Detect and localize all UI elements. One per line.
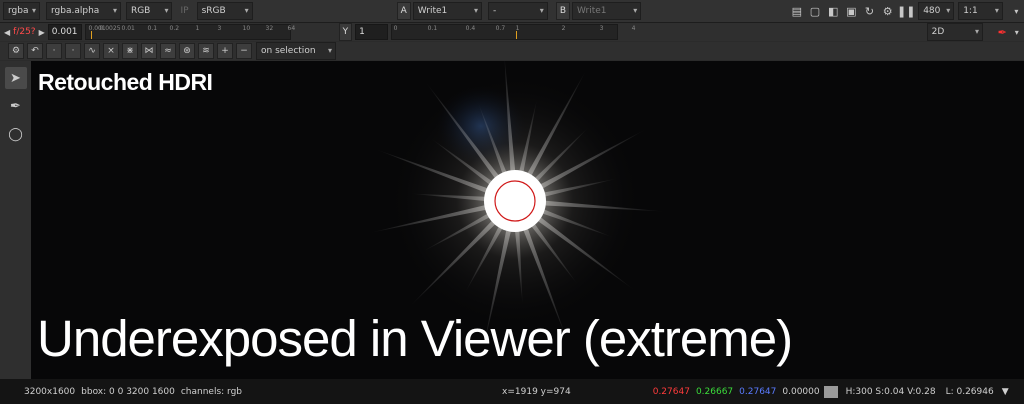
image-format: 3200x1600 bbox=[24, 386, 76, 397]
gain-tick: 0.01 bbox=[121, 25, 135, 32]
gamma-tick: 0 bbox=[393, 25, 398, 32]
gain-field[interactable]: 0.001 bbox=[47, 24, 82, 40]
monitor-icon[interactable]: ▤ bbox=[789, 3, 804, 19]
gain-slider-handle[interactable] bbox=[90, 31, 92, 39]
viewer-lut-dropdown[interactable]: sRGB bbox=[196, 2, 253, 20]
cusp-icon[interactable]: ⋈ bbox=[141, 43, 157, 59]
chevron-down-icon[interactable]: ▾ bbox=[1009, 24, 1024, 40]
color-swatch bbox=[823, 385, 838, 398]
gain-tick: 10 bbox=[242, 25, 251, 32]
gain-tick: 32 bbox=[265, 25, 274, 32]
pen-tool-icon[interactable]: ✒ bbox=[5, 95, 27, 117]
image-title: Retouched HDRI bbox=[38, 69, 213, 95]
gamma-tick: 3 bbox=[599, 25, 604, 32]
gamma-tick: 0.4 bbox=[465, 25, 476, 32]
gamma-label: Y bbox=[338, 23, 353, 41]
alpha-value: 0.00000 bbox=[782, 386, 820, 397]
smooth-icon[interactable]: ≈ bbox=[160, 43, 176, 59]
transform-icon[interactable]: ↶ bbox=[27, 43, 43, 59]
point-icon[interactable]: · bbox=[46, 43, 62, 59]
selection-mode-dropdown[interactable]: on selection bbox=[256, 42, 336, 60]
viewer-top-toolbar: rgba rgba.alpha RGB IP sRGB A Write1 - B… bbox=[0, 0, 1024, 23]
gain-tick: 3 bbox=[217, 25, 222, 32]
gamma-field[interactable]: 1 bbox=[355, 24, 388, 40]
paint-pen-icon[interactable]: ✒ bbox=[995, 24, 1010, 40]
wipe-mode-dropdown[interactable]: - bbox=[488, 2, 548, 20]
green-value: 0.26667 bbox=[695, 386, 734, 397]
bbox-info: bbox: 0 0 3200 1600 bbox=[81, 386, 175, 397]
gamma-tick: 4 bbox=[631, 25, 636, 32]
hsv-readout: H:300 S:0.04 V:0.28 bbox=[845, 386, 936, 397]
pause-icon[interactable]: ❚❚ bbox=[897, 3, 915, 19]
gain-tick: 1 bbox=[195, 25, 200, 32]
exposure-controls: ◀ f/25? ▶ 0.001 0.001 0.0025 0.01 0.1 0.… bbox=[0, 23, 1024, 41]
gain-tick: 0.2 bbox=[169, 25, 180, 32]
roi-icon[interactable]: ◧ bbox=[826, 3, 841, 19]
gamma-slider-handle[interactable] bbox=[515, 31, 517, 39]
point-add-icon[interactable]: ⋅ bbox=[65, 43, 81, 59]
refresh-icon[interactable]: ↻ bbox=[862, 3, 877, 19]
channels-dropdown[interactable]: rgba bbox=[3, 2, 40, 20]
cursor-coords: x=1919 y=974 bbox=[502, 386, 571, 397]
overlay-icon[interactable]: ▣ bbox=[844, 3, 859, 19]
viewer-canvas[interactable]: Retouched HDRI Underexposed in Viewer (e… bbox=[31, 61, 1024, 379]
frame-icon[interactable]: ▢ bbox=[807, 3, 822, 19]
gear-icon[interactable]: ⚙ bbox=[8, 43, 24, 59]
gain-tick: 0.1 bbox=[147, 25, 158, 32]
feather-add-icon[interactable]: + bbox=[217, 43, 233, 59]
red-value: 0.27647 bbox=[652, 386, 690, 397]
viewer-tools-toolbar: ⚙ ↶ · ⋅ ∿ × ⋇ ⋈ ≈ ⊛ ≋ + − on selection bbox=[0, 42, 1024, 60]
channels-info: channels: rgb bbox=[180, 386, 243, 397]
zoom-dropdown[interactable]: 1:1 bbox=[958, 2, 1003, 20]
blue-value: 0.27647 bbox=[739, 386, 777, 397]
curve-icon[interactable]: ∿ bbox=[84, 43, 100, 59]
colorspace-dropdown[interactable]: RGB bbox=[125, 2, 173, 20]
fstop-right-arrow-icon[interactable]: ▶ bbox=[39, 28, 45, 37]
gamma-tick: 0.1 bbox=[427, 25, 438, 32]
view-mode-dropdown[interactable]: 2D bbox=[926, 23, 983, 41]
settings-icon[interactable]: ⚙ bbox=[880, 3, 895, 19]
select-arrow-icon[interactable]: ➤ bbox=[4, 67, 27, 89]
input-b-dropdown[interactable]: Write1 bbox=[572, 2, 642, 20]
gain-slider[interactable]: 0.001 0.0025 0.01 0.1 0.2 1 3 10 32 64 bbox=[84, 24, 295, 40]
ellipse-tool-icon[interactable]: ◯ bbox=[5, 123, 27, 145]
fstop-left-arrow-icon[interactable]: ◀ bbox=[4, 28, 10, 37]
chevron-down-icon[interactable]: ▼ bbox=[1002, 387, 1009, 397]
viewer-status-bar: 3200x1600 bbox: 0 0 3200 1600 channels: … bbox=[0, 379, 1024, 404]
fstop-value[interactable]: f/25? bbox=[13, 27, 35, 37]
alpha-channel-dropdown[interactable]: rgba.alpha bbox=[46, 2, 121, 20]
gain-tick: 0.0025 bbox=[99, 25, 121, 32]
gamma-slider[interactable]: 0 0.1 0.4 0.7 1 2 3 4 bbox=[390, 24, 635, 40]
break-icon[interactable]: ⋇ bbox=[122, 43, 138, 59]
input-b-label: B bbox=[555, 2, 570, 20]
proxy-dropdown[interactable]: 480 bbox=[918, 2, 955, 20]
image-caption: Underexposed in Viewer (extreme) bbox=[37, 310, 793, 367]
input-process-toggle[interactable]: IP bbox=[180, 6, 188, 16]
left-tool-column: ➤ ✒ ◯ bbox=[0, 61, 31, 379]
input-a-dropdown[interactable]: Write1 bbox=[412, 2, 483, 20]
gamma-tick: 0.7 bbox=[495, 25, 506, 32]
wave-icon[interactable]: ≋ bbox=[198, 43, 214, 59]
input-a-label: A bbox=[396, 2, 411, 20]
close-points-icon[interactable]: × bbox=[103, 43, 119, 59]
chevron-down-icon[interactable]: ▾ bbox=[1009, 3, 1024, 19]
gain-tick: 64 bbox=[287, 25, 296, 32]
gamma-tick: 2 bbox=[561, 25, 566, 32]
luminance-readout: L: 0.26946 bbox=[945, 386, 994, 397]
feather-remove-icon[interactable]: − bbox=[236, 43, 252, 59]
lock-icon[interactable]: ⊛ bbox=[179, 43, 195, 59]
